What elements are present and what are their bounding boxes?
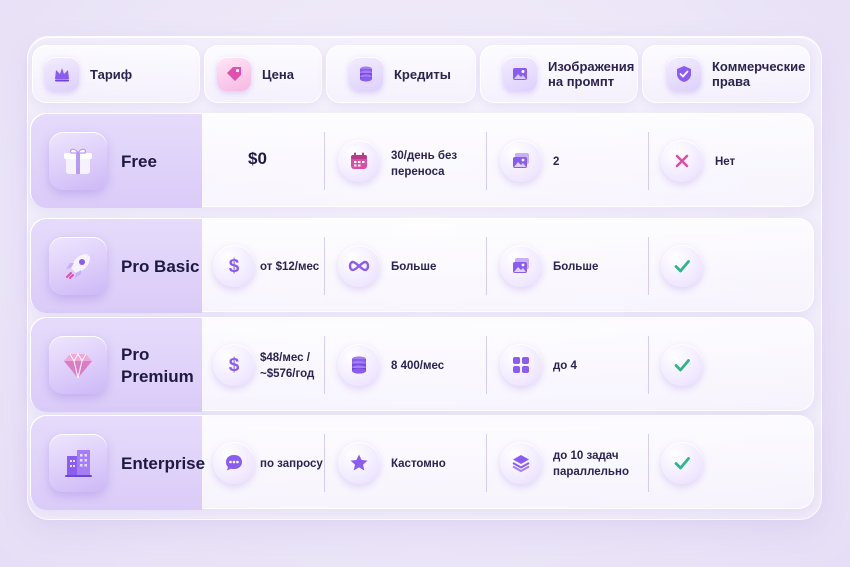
plan-name: Enterprise [121, 454, 206, 473]
header-plan-label: Тариф [90, 66, 133, 82]
divider [486, 237, 487, 295]
header-credits-label: Кредиты [394, 66, 451, 82]
divider [648, 237, 649, 295]
dollar-icon: $ [213, 344, 255, 386]
shield-check-icon [667, 57, 701, 91]
svg-text:$: $ [229, 256, 240, 277]
divider [648, 336, 649, 394]
crown-icon [45, 57, 79, 91]
plan-name: Free [121, 152, 157, 171]
svg-text:$: $ [229, 355, 240, 376]
image-icon [503, 57, 537, 91]
grid-icon [500, 344, 542, 386]
calendar-icon [338, 140, 380, 182]
header-plan: Тариф [32, 45, 200, 103]
images-value: до 10 задач параллельно [553, 450, 629, 478]
check-icon [661, 442, 703, 484]
price-value: $48/мес / ~$576/год [260, 352, 315, 380]
cross-icon [661, 140, 703, 182]
header-commercial: Коммерческие права [642, 45, 810, 103]
divider [486, 132, 487, 190]
divider [486, 336, 487, 394]
price-value: по запросу [260, 458, 323, 470]
price-value: $0 [248, 149, 267, 168]
check-icon [661, 245, 703, 287]
divider [324, 132, 325, 190]
commercial-value: Нет [715, 156, 736, 168]
plan-row-pro-premium: Pro Premium $ $48/мес / ~$576/год 8 400/… [30, 317, 814, 412]
check-icon [661, 344, 703, 386]
star-icon [338, 442, 380, 484]
divider [648, 434, 649, 492]
images-value: 2 [553, 156, 560, 168]
diamond-icon [49, 336, 107, 394]
dollar-icon: $ [213, 245, 255, 287]
plan-cell: Pro Basic [31, 219, 202, 313]
images-icon [500, 245, 542, 287]
header-images-label: Изображения на промпт [548, 59, 635, 89]
divider [324, 434, 325, 492]
divider [324, 336, 325, 394]
credits-value: Больше [391, 261, 437, 273]
plan-row-pro-basic: Pro Basic $ от $12/мес Больше Больше [30, 218, 814, 313]
plan-row-free: Free $0 30/день без переноса 2 Нет [30, 113, 814, 208]
credits-value: 8 400/мес [391, 360, 445, 372]
coins-icon [338, 344, 380, 386]
images-value: Больше [553, 261, 599, 273]
divider [486, 434, 487, 492]
plan-cell: Pro Premium [31, 318, 202, 412]
credits-value: 30/день без переноса [391, 150, 458, 178]
price-tag-icon [217, 57, 251, 91]
price-value: от $12/мес [260, 261, 320, 273]
plan-name: Pro Premium [121, 345, 194, 386]
header-commercial-label: Коммерческие права [712, 59, 806, 89]
rocket-icon [49, 237, 107, 295]
layers-icon [500, 442, 542, 484]
plan-cell: Enterprise [31, 416, 206, 510]
images-value: до 4 [553, 360, 577, 372]
plan-row-enterprise: Enterprise по запросу Кастомно до 10 зад… [30, 415, 814, 510]
header-price: Цена [204, 45, 322, 103]
header-price-label: Цена [262, 66, 294, 82]
plan-cell: Free [31, 114, 202, 208]
images-icon [500, 140, 542, 182]
plan-name: Pro Basic [121, 257, 200, 276]
header-images: Изображения на промпт [480, 45, 638, 103]
building-icon [49, 434, 107, 492]
gift-icon [49, 132, 107, 190]
header-credits: Кредиты [326, 45, 476, 103]
chat-bubble-icon [213, 442, 255, 484]
divider [648, 132, 649, 190]
divider [324, 237, 325, 295]
coins-icon [349, 57, 383, 91]
infinity-icon [338, 245, 380, 287]
credits-value: Кастомно [391, 458, 446, 470]
